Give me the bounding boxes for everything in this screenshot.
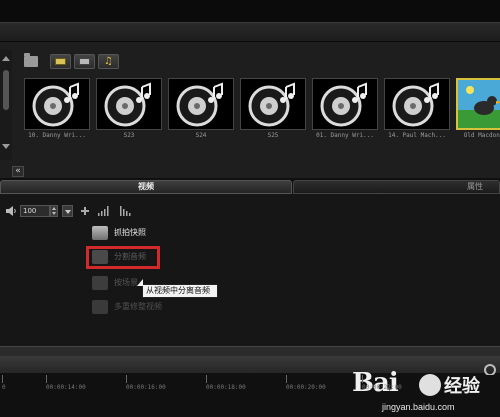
- volume-stepper[interactable]: [50, 205, 58, 217]
- music-note-icon: ♫: [104, 56, 113, 67]
- image-filter-button[interactable]: [74, 54, 95, 69]
- video-icon: [55, 58, 66, 65]
- audio-disc-icon: [384, 78, 450, 130]
- watermark-url: jingyan.baidu.com: [382, 402, 455, 412]
- mute-icon[interactable]: [80, 206, 90, 216]
- audio-disc-icon: [240, 78, 306, 130]
- tooltip: 从视频中分离音频: [137, 279, 218, 298]
- thumbnail-item[interactable]: S23: [96, 78, 162, 139]
- image-icon: [79, 58, 90, 65]
- audio-disc-icon: [24, 78, 90, 130]
- audio-disc-icon: [168, 78, 234, 130]
- thumbnail-item[interactable]: S25: [240, 78, 306, 139]
- scroll-down-arrow-icon[interactable]: [2, 144, 10, 149]
- ruler-tick-label: 00:00:14:00: [46, 384, 86, 391]
- snapshot-label: 抓拍快照: [114, 228, 146, 237]
- ruler-tick-label: 00:00:20:00: [286, 384, 326, 391]
- scene-split-icon: [92, 276, 108, 290]
- volume-dropdown[interactable]: [62, 205, 73, 217]
- thumbnail-label: 10. Danny Wri...: [28, 132, 86, 139]
- ruler-tick-label: 00:00:16:00: [126, 384, 166, 391]
- thumbnail-item[interactable]: Old Macdona...: [456, 78, 500, 139]
- collapse-button[interactable]: «: [12, 166, 24, 177]
- tab-properties[interactable]: 属性: [293, 180, 500, 194]
- paw-icon: [419, 374, 441, 396]
- thumbnail-label: Old Macdona...: [463, 132, 500, 139]
- fade-in-icon[interactable]: [98, 206, 110, 216]
- speaker-icon: [6, 206, 16, 216]
- ruler-tick-label: 00:00:22:00: [362, 384, 402, 391]
- thumbnail-item[interactable]: S24: [168, 78, 234, 139]
- ruler-tick-label: 00:00:18:00: [206, 384, 246, 391]
- ruler-tick: [286, 375, 287, 383]
- thumbnail-label: S23: [123, 132, 135, 139]
- timeline-divider: [0, 346, 500, 356]
- watermark-logo-cn: 经验: [444, 376, 480, 397]
- thumbnail-label: S24: [195, 132, 207, 139]
- highlight-box: [86, 246, 160, 269]
- thumbnail-label: 01. Danny Wri...: [316, 132, 374, 139]
- thumbnail-label: S25: [267, 132, 279, 139]
- ruler-tick-label: 0: [2, 384, 6, 391]
- audio-disc-icon: [312, 78, 378, 130]
- multi-trim-label: 多重修整视频: [114, 302, 162, 311]
- video-filter-button[interactable]: [50, 54, 71, 69]
- options-panel: [0, 194, 500, 346]
- audio-disc-icon: [96, 78, 162, 130]
- watermark: Bai 经验 jingyan.baidu.com: [352, 366, 500, 417]
- audio-filter-button[interactable]: ♫: [98, 54, 119, 69]
- volume-input[interactable]: 100: [20, 205, 50, 217]
- scene-split-label: 按场景: [114, 278, 138, 287]
- options-tabs: 视频 属性: [0, 180, 500, 194]
- ruler-tick: [46, 375, 47, 383]
- folder-icon[interactable]: [24, 53, 38, 67]
- thumbnail-label: 14. Paul Mach...: [388, 132, 446, 139]
- ruler-tick: [2, 375, 3, 383]
- ruler-tick: [362, 375, 363, 383]
- watermark-logo: Bai: [352, 368, 399, 398]
- library-scrollbar[interactable]: [0, 50, 12, 160]
- library-collapse-bar: «: [0, 166, 500, 178]
- fade-out-icon[interactable]: [120, 206, 132, 216]
- scroll-thumb[interactable]: [3, 70, 9, 110]
- ruler-tick: [206, 375, 207, 383]
- window-top-bar: [0, 0, 500, 22]
- multi-trim-icon: [92, 300, 108, 314]
- scroll-up-arrow-icon[interactable]: [2, 56, 10, 61]
- thumbnail-item[interactable]: 14. Paul Mach...: [384, 78, 450, 139]
- thumbnail-item[interactable]: 01. Danny Wri...: [312, 78, 378, 139]
- video-thumbnail-icon: [456, 78, 500, 130]
- toolbar-band: [0, 22, 500, 42]
- thumbnail-item[interactable]: 10. Danny Wri...: [24, 78, 90, 139]
- ruler-tick: [126, 375, 127, 383]
- tab-video[interactable]: 视频: [0, 180, 292, 194]
- camera-icon: [92, 226, 108, 240]
